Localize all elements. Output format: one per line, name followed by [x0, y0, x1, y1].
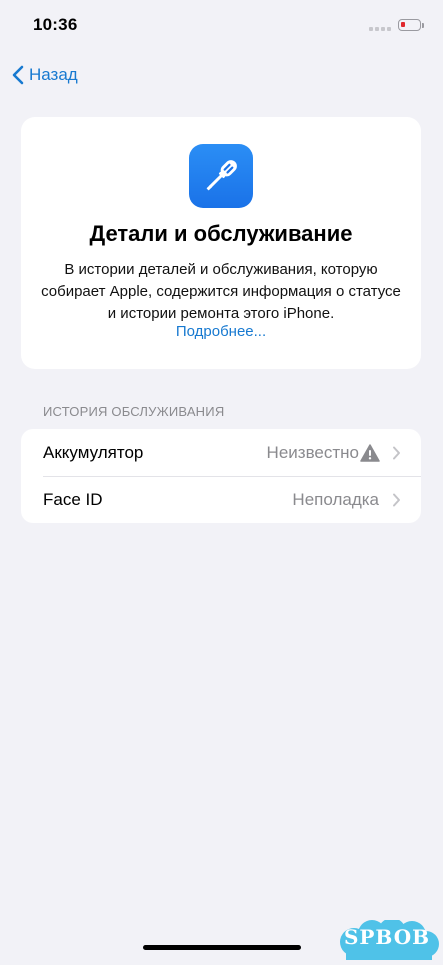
back-button-label: Назад [29, 65, 78, 84]
screwdriver-icon [189, 144, 253, 208]
watermark-logo: SPBOB [334, 918, 440, 960]
face-id-row[interactable]: Face ID Неполадка [21, 476, 421, 523]
status-time: 10:36 [33, 15, 78, 34]
card-description: В истории деталей и обслуживания, котору… [41, 261, 401, 322]
card-title: Детали и обслуживание [89, 221, 353, 246]
row-value: Неизвестно [266, 442, 359, 462]
info-card: Детали и обслуживание В истории деталей … [21, 117, 421, 369]
back-button[interactable]: Назад [12, 60, 78, 90]
learn-more-link[interactable]: Подробнее... [21, 323, 421, 340]
service-history-list: Аккумулятор Неизвестно Face ID Неполадка [21, 429, 421, 523]
row-value: Неполадка [292, 489, 379, 509]
row-label: Аккумулятор [43, 442, 144, 462]
warning-icon [360, 443, 380, 462]
chevron-right-icon [393, 493, 400, 506]
battery-cap [422, 23, 424, 28]
signal-icon [369, 27, 391, 33]
chevron-right-icon [393, 446, 400, 459]
battery-icon [398, 19, 421, 31]
watermark-text: SPBOB [343, 925, 431, 949]
section-header: ИСТОРИЯ ОБСЛУЖИВАНИЯ [43, 404, 225, 419]
row-label: Face ID [43, 489, 103, 509]
battery-row[interactable]: Аккумулятор Неизвестно [21, 429, 421, 476]
status-bar: 10:36 [0, 0, 443, 50]
home-indicator[interactable] [143, 945, 301, 950]
chevron-left-icon [12, 65, 24, 85]
battery-level [401, 22, 405, 27]
